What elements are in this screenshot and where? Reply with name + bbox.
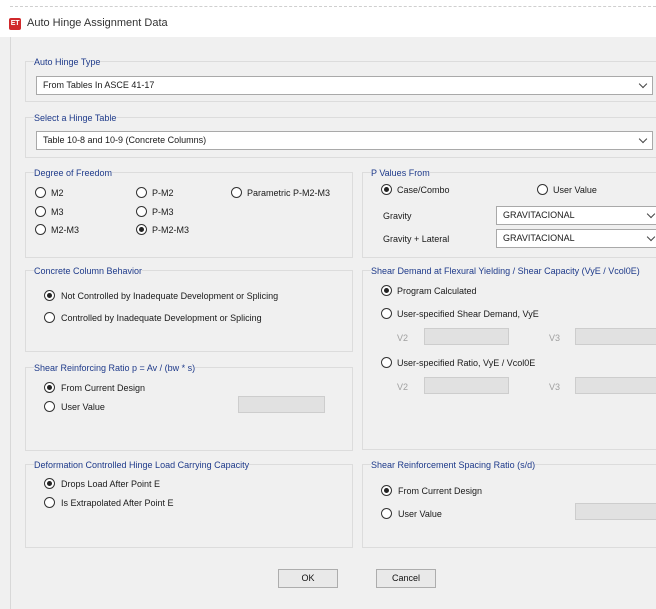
- dof-p-m2-label: P-M2: [152, 188, 174, 198]
- spacing-user-field[interactable]: [575, 503, 656, 520]
- p-values-label: P Values From: [371, 167, 430, 179]
- window-title: Auto Hinge Assignment Data: [27, 17, 168, 29]
- radio-user-shear-demand[interactable]: [381, 308, 392, 319]
- user-shear-demand-label: User-specified Shear Demand, VyE: [397, 309, 539, 319]
- extrapolated-label: Is Extrapolated After Point E: [61, 498, 174, 508]
- shear-demand-label: Shear Demand at Flexural Yielding / Shea…: [371, 265, 656, 277]
- auto-hinge-type-value: From Tables In ASCE 41-17: [43, 80, 155, 90]
- dof-p-m3-label: P-M3: [152, 207, 174, 217]
- chevron-down-icon: [638, 79, 648, 89]
- ratio-v3-field[interactable]: [575, 377, 656, 394]
- hinge-table-group: Select a Hinge Table Table 10-8 and 10-9…: [25, 112, 656, 158]
- p-values-group: P Values From Case/Combo User Value Grav…: [362, 167, 656, 258]
- radio-extrapolated[interactable]: [44, 497, 55, 508]
- drops-load-label: Drops Load After Point E: [61, 479, 161, 489]
- gravity-lateral-label: Gravity + Lateral: [383, 234, 450, 244]
- shear-demand-v3-field[interactable]: [575, 328, 656, 345]
- auto-hinge-type-group: Auto Hinge Type From Tables In ASCE 41-1…: [25, 56, 656, 102]
- shear-demand-group: Shear Demand at Flexural Yielding / Shea…: [362, 265, 656, 450]
- shear-demand-v2-field[interactable]: [424, 328, 509, 345]
- dof-group: Degree of Freedom M2 M3 M2-M3 P-M2 P-M3 …: [25, 167, 353, 258]
- spacing-group: Shear Reinforcement Spacing Ratio (s/d) …: [362, 459, 656, 548]
- user-value-label: User Value: [61, 402, 105, 412]
- radio-controlled[interactable]: [44, 312, 55, 323]
- controlled-label: Controlled by Inadequate Development or …: [61, 313, 262, 323]
- chevron-down-icon: [638, 134, 648, 144]
- ratio-v3-label: V3: [549, 382, 561, 392]
- gravity-dropdown[interactable]: GRAVITACIONAL: [496, 206, 656, 225]
- title-bar: ET Auto Hinge Assignment Data: [0, 10, 656, 37]
- radio-program-calculated[interactable]: [381, 285, 392, 296]
- not-controlled-label: Not Controlled by Inadequate Development…: [61, 291, 279, 301]
- deformation-label: Deformation Controlled Hinge Load Carryi…: [34, 459, 250, 471]
- shear-ratio-group: Shear Reinforcing Ratio p = Av / (bw * s…: [25, 362, 353, 451]
- shear-demand-v2-label: V2: [397, 333, 409, 343]
- radio-spacing-current[interactable]: [381, 485, 392, 496]
- program-calculated-label: Program Calculated: [397, 286, 477, 296]
- cancel-button[interactable]: Cancel: [376, 569, 436, 588]
- gravity-lateral-value: GRAVITACIONAL: [503, 233, 575, 243]
- ok-button[interactable]: OK: [278, 569, 338, 588]
- spacing-current-label: From Current Design: [398, 486, 483, 496]
- ratio-v2-field[interactable]: [424, 377, 509, 394]
- deformation-group: Deformation Controlled Hinge Load Carryi…: [25, 459, 353, 548]
- shear-ratio-user-field[interactable]: [238, 396, 325, 413]
- dof-m2-label: M2: [51, 188, 64, 198]
- spacing-label: Shear Reinforcement Spacing Ratio (s/d): [371, 459, 536, 471]
- radio-user-ratio[interactable]: [381, 357, 392, 368]
- gravity-value: GRAVITACIONAL: [503, 210, 575, 220]
- gravity-label: Gravity: [383, 211, 412, 221]
- shear-ratio-label: Shear Reinforcing Ratio p = Av / (bw * s…: [34, 362, 196, 374]
- radio-p-case-combo[interactable]: [381, 184, 392, 195]
- radio-spacing-user[interactable]: [381, 508, 392, 519]
- radio-dof-parametric[interactable]: [231, 187, 242, 198]
- current-design-label: From Current Design: [61, 383, 146, 393]
- concrete-behavior-label: Concrete Column Behavior: [34, 265, 143, 277]
- radio-drops-load[interactable]: [44, 478, 55, 489]
- chevron-down-icon: [646, 209, 656, 219]
- dof-label: Degree of Freedom: [34, 167, 113, 179]
- hinge-table-label: Select a Hinge Table: [34, 112, 117, 124]
- dof-p-m2-m3-label: P-M2-M3: [152, 225, 190, 235]
- ratio-v2-label: V2: [397, 382, 409, 392]
- dof-m2-m3-label: M2-M3: [51, 225, 80, 235]
- dialog-content: Auto Hinge Type From Tables In ASCE 41-1…: [10, 37, 656, 609]
- auto-hinge-type-dropdown[interactable]: From Tables In ASCE 41-17: [36, 76, 653, 95]
- top-divider: [10, 6, 656, 7]
- p-case-combo-label: Case/Combo: [397, 185, 450, 195]
- concrete-behavior-group: Concrete Column Behavior Not Controlled …: [25, 265, 353, 352]
- dof-parametric-label: Parametric P-M2-M3: [247, 188, 331, 198]
- shear-demand-v3-label: V3: [549, 333, 561, 343]
- top-strip: [0, 0, 656, 10]
- auto-hinge-type-label: Auto Hinge Type: [34, 56, 101, 68]
- gravity-lateral-dropdown[interactable]: GRAVITACIONAL: [496, 229, 656, 248]
- radio-dof-p-m3[interactable]: [136, 206, 147, 217]
- chevron-down-icon: [646, 232, 656, 242]
- radio-current-design[interactable]: [44, 382, 55, 393]
- hinge-table-dropdown[interactable]: Table 10-8 and 10-9 (Concrete Columns): [36, 131, 653, 150]
- spacing-user-label: User Value: [398, 509, 442, 519]
- user-ratio-label: User-specified Ratio, VyE / Vcol0E: [397, 358, 536, 368]
- radio-dof-p-m2-m3[interactable]: [136, 224, 147, 235]
- etabs-app-icon: ET: [9, 18, 21, 30]
- radio-dof-m2-m3[interactable]: [35, 224, 46, 235]
- hinge-table-value: Table 10-8 and 10-9 (Concrete Columns): [43, 135, 207, 145]
- radio-p-user-value[interactable]: [537, 184, 548, 195]
- radio-dof-m3[interactable]: [35, 206, 46, 217]
- p-user-value-label: User Value: [553, 185, 597, 195]
- radio-not-controlled[interactable]: [44, 290, 55, 301]
- radio-user-value[interactable]: [44, 401, 55, 412]
- dof-m3-label: M3: [51, 207, 64, 217]
- radio-dof-p-m2[interactable]: [136, 187, 147, 198]
- radio-dof-m2[interactable]: [35, 187, 46, 198]
